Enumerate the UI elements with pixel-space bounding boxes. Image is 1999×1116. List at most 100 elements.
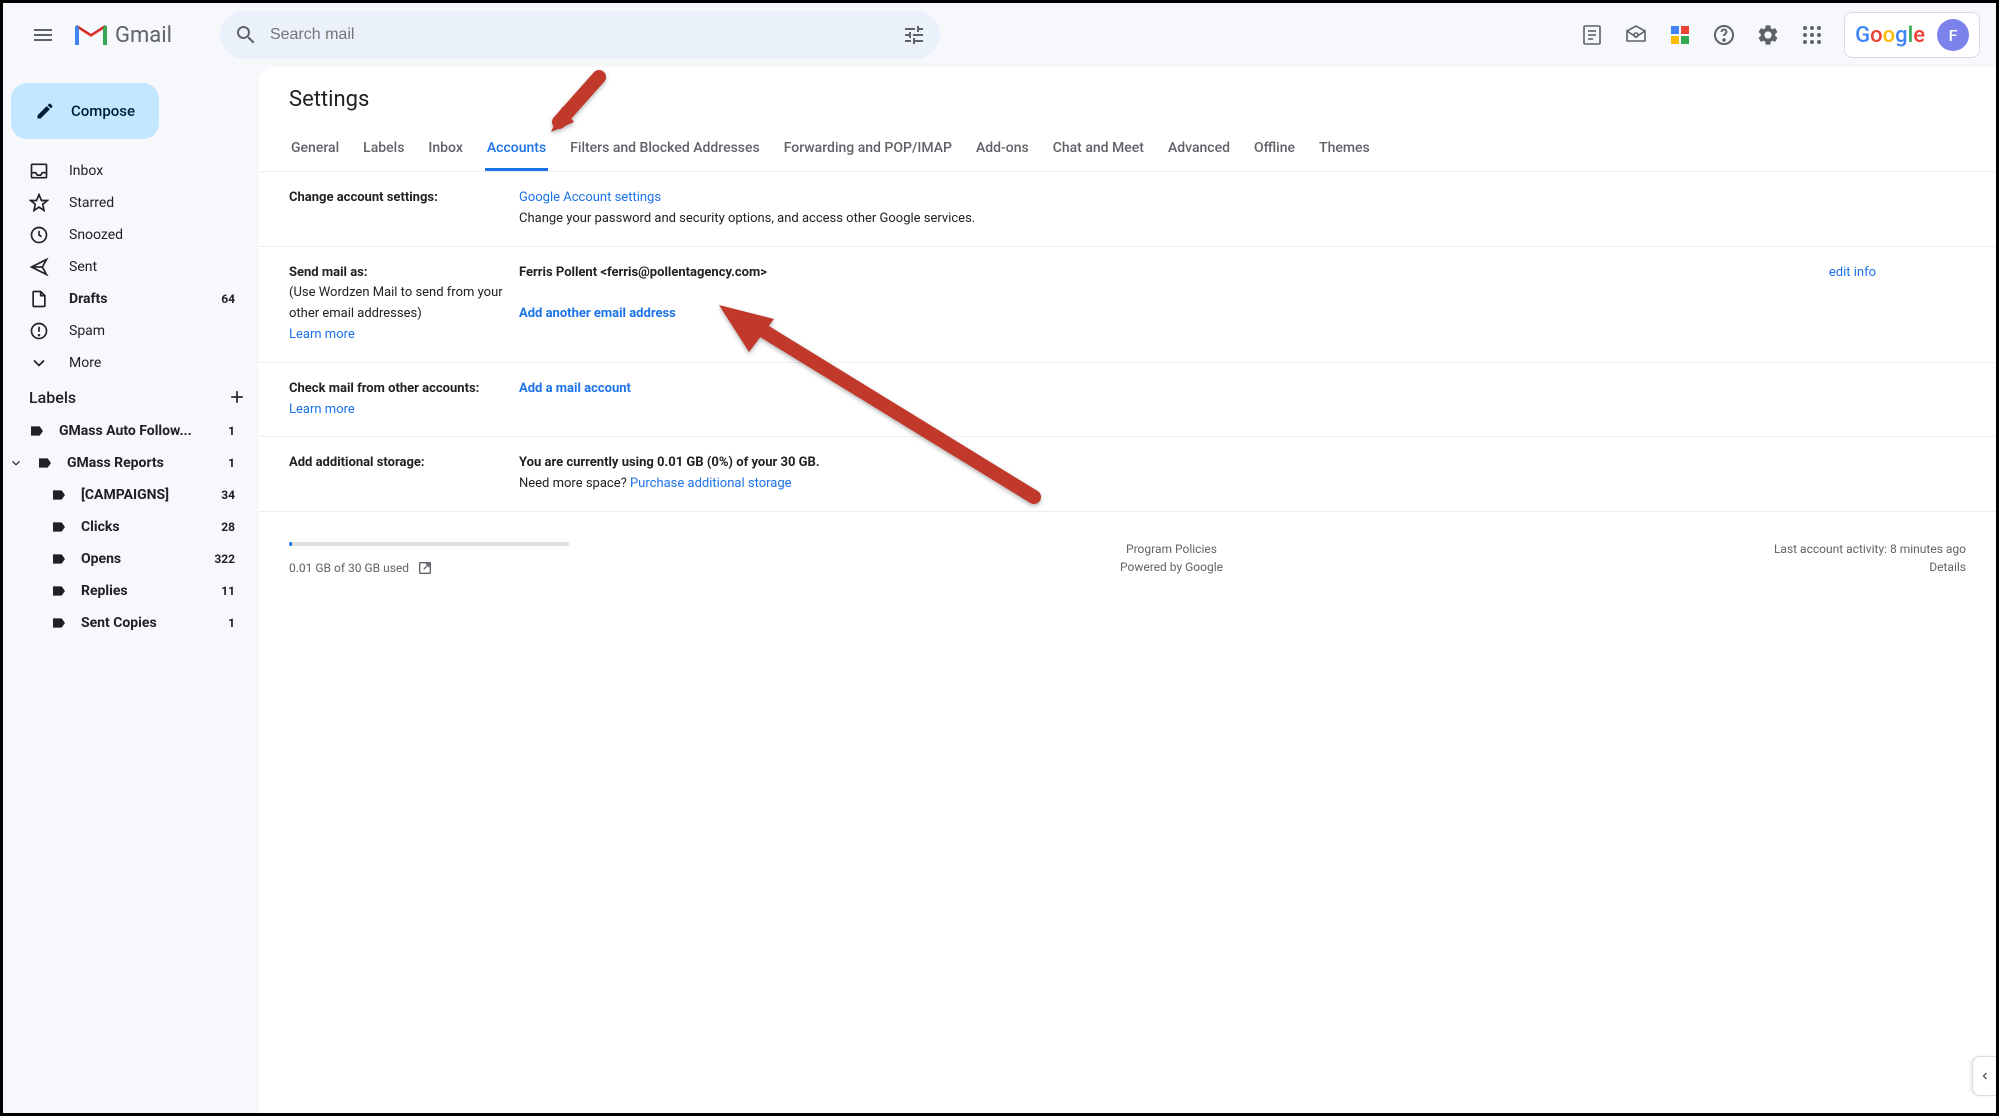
program-policies-link[interactable]: Program Policies [1120, 542, 1223, 556]
settings-main: Settings General Labels Inbox Accounts F… [259, 67, 1996, 1113]
tab-labels[interactable]: Labels [361, 132, 406, 171]
compose-button[interactable]: Compose [11, 83, 159, 139]
details-link[interactable]: Details [1774, 560, 1966, 574]
nav-snoozed[interactable]: Snoozed [3, 219, 259, 251]
gmail-logo[interactable]: Gmail [75, 23, 172, 48]
label-icon [51, 487, 67, 503]
tab-filters[interactable]: Filters and Blocked Addresses [568, 132, 762, 171]
send-identity: Ferris Pollent <ferris@pollentagency.com… [519, 265, 767, 280]
section-check-mail: Check mail from other accounts: Learn mo… [259, 363, 1996, 438]
search-icon [234, 23, 258, 47]
nav-more[interactable]: More [3, 347, 259, 379]
search-options-icon[interactable] [902, 23, 926, 47]
nav-drafts[interactable]: Drafts 64 [3, 283, 259, 315]
support-icon[interactable] [1704, 15, 1744, 55]
header: Gmail Google F [3, 3, 1996, 67]
label-text: Opens [81, 551, 121, 567]
label-opens[interactable]: Opens 322 [3, 543, 259, 575]
spam-icon [29, 321, 49, 341]
tab-chat[interactable]: Chat and Meet [1051, 132, 1146, 171]
tab-forwarding[interactable]: Forwarding and POP/IMAP [782, 132, 954, 171]
nav-inbox[interactable]: Inbox [3, 155, 259, 187]
label-text: Clicks [81, 519, 120, 535]
gmail-text: Gmail [115, 23, 172, 48]
add-label-icon[interactable] [227, 387, 247, 407]
section-sublabel: (Use Wordzen Mail to send from your othe… [289, 285, 503, 321]
docs-addon-icon[interactable] [1572, 15, 1612, 55]
footer: 0.01 GB of 30 GB used Program Policies P… [259, 512, 1996, 596]
purchase-storage-link[interactable]: Purchase additional storage [630, 476, 792, 491]
label-icon [51, 615, 67, 631]
settings-tabs: General Labels Inbox Accounts Filters an… [259, 124, 1996, 172]
label-icon [51, 519, 67, 535]
add-another-email-link[interactable]: Add another email address [519, 306, 676, 321]
learn-more-link[interactable]: Learn more [289, 402, 355, 417]
section-label: Send mail as: [289, 265, 368, 280]
label-sent-copies[interactable]: Sent Copies 1 [3, 607, 259, 639]
hamburger-icon [31, 23, 55, 47]
nav-spam[interactable]: Spam [3, 315, 259, 347]
change-desc: Change your password and security option… [519, 211, 975, 226]
chevron-down-icon [29, 353, 49, 373]
powered-by: Powered by Google [1120, 560, 1223, 574]
label-icon [29, 423, 45, 439]
file-icon [29, 289, 49, 309]
tab-inbox[interactable]: Inbox [426, 132, 464, 171]
label-count: 322 [214, 552, 235, 566]
nav-label: More [69, 355, 101, 371]
tab-addons[interactable]: Add-ons [974, 132, 1031, 171]
send-icon [29, 257, 49, 277]
label-text: GMass Reports [67, 455, 164, 471]
app-addon-icon[interactable] [1660, 15, 1700, 55]
section-storage: Add additional storage: You are currentl… [259, 437, 1996, 512]
tab-accounts[interactable]: Accounts [485, 132, 548, 171]
learn-more-link[interactable]: Learn more [289, 327, 355, 342]
labels-header: Labels [3, 379, 259, 415]
apps-grid-icon[interactable] [1792, 15, 1832, 55]
add-mail-account-link[interactable]: Add a mail account [519, 381, 631, 396]
nav-starred[interactable]: Starred [3, 187, 259, 219]
settings-icon[interactable] [1748, 15, 1788, 55]
avatar[interactable]: F [1937, 19, 1969, 51]
google-account-settings-link[interactable]: Google Account settings [519, 190, 661, 205]
page-title: Settings [259, 87, 1996, 124]
tab-general[interactable]: General [289, 132, 341, 171]
google-account-box[interactable]: Google F [1844, 12, 1980, 58]
search-bar[interactable] [220, 11, 940, 59]
main-menu-button[interactable] [19, 11, 67, 59]
storage-status: You are currently using 0.01 GB (0%) of … [519, 455, 820, 470]
storage-progress [289, 542, 569, 546]
section-label: Check mail from other accounts: [289, 381, 479, 396]
chevron-down-icon[interactable] [9, 456, 23, 470]
clock-icon [29, 225, 49, 245]
tab-offline[interactable]: Offline [1252, 132, 1297, 171]
search-input[interactable] [270, 26, 890, 44]
label-count: 1 [228, 424, 235, 438]
sidebar: Compose Inbox Starred Snoozed Sent Dra [3, 67, 259, 1113]
storage-need: Need more space? [519, 476, 630, 491]
side-panel-toggle[interactable] [1972, 1056, 1996, 1096]
nav-label: Inbox [69, 163, 103, 179]
label-count: 1 [228, 456, 235, 470]
label-icon [51, 583, 67, 599]
label-clicks[interactable]: Clicks 28 [3, 511, 259, 543]
tab-advanced[interactable]: Advanced [1166, 132, 1232, 171]
label-gmass-reports[interactable]: GMass Reports 1 [3, 447, 259, 479]
header-actions: Google F [1572, 12, 1980, 58]
mail-addon-icon[interactable] [1616, 15, 1656, 55]
google-logo-text: Google [1855, 23, 1925, 48]
nav-sent[interactable]: Sent [3, 251, 259, 283]
label-count: 28 [221, 520, 235, 534]
star-icon [29, 193, 49, 213]
edit-info-link[interactable]: edit info [1829, 263, 1876, 284]
label-count: 11 [221, 584, 235, 598]
chevron-left-icon [1979, 1070, 1991, 1082]
open-in-new-icon[interactable] [417, 560, 433, 576]
nav-label: Snoozed [69, 227, 123, 243]
label-count: 1 [228, 616, 235, 630]
tab-themes[interactable]: Themes [1317, 132, 1372, 171]
label-gmass-autofollow[interactable]: GMass Auto Follow... 1 [3, 415, 259, 447]
section-change-account: Change account settings: Google Account … [259, 172, 1996, 247]
label-campaigns[interactable]: [CAMPAIGNS] 34 [3, 479, 259, 511]
label-replies[interactable]: Replies 11 [3, 575, 259, 607]
